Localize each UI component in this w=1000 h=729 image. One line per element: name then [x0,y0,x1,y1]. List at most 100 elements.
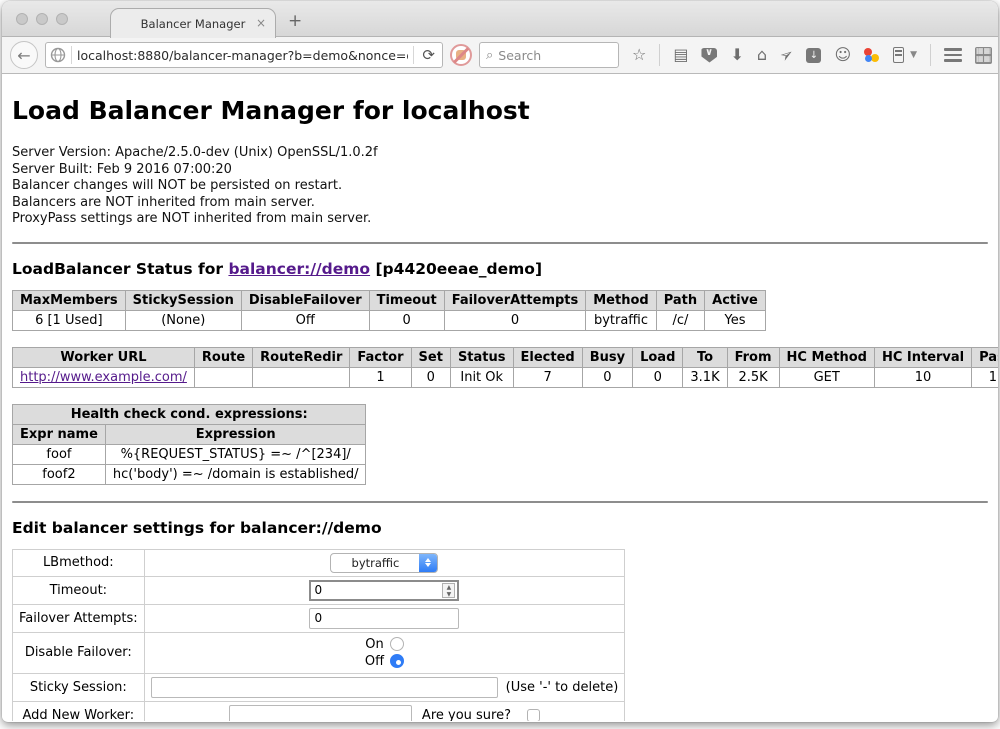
container-extension-icon[interactable] [893,47,904,63]
add-worker-label: Add New Worker: [13,701,145,721]
timeout-label: Timeout: [13,576,145,604]
toolbar-separator-2 [930,44,931,66]
off-radio-label: Off [365,653,384,670]
cell: 6 [1 Used] [13,310,126,330]
col-header: Factor [350,347,411,367]
cell: Off [241,310,369,330]
nav-toolbar: ← localhost:8880/balancer-manager?b=demo… [2,37,998,74]
bookmark-star-icon[interactable]: ☆ [632,47,646,63]
form-row-timeout: Timeout: ▲▼ [13,576,625,604]
sticky-session-input[interactable] [151,677,498,698]
url-divider-2 [413,46,414,64]
table-header-row: Worker URL Route RouteRedir Factor Set S… [13,347,999,367]
zoom-window-button[interactable] [56,13,68,25]
server-version-line: Server Version: Apache/2.5.0-dev (Unix) … [12,145,988,162]
search-icon: ⌕ [486,48,493,63]
send-icon[interactable]: ➢ [777,45,797,66]
add-worker-input[interactable] [229,705,412,722]
menu-icon[interactable] [944,48,962,62]
new-tab-button[interactable]: + [288,11,302,31]
worker-url-cell: http://www.example.com/ [13,367,195,387]
lb-status-heading: LoadBalancer Status for balancer://demo … [12,260,988,278]
col-header: Passes [972,347,998,367]
expression-cell: %{REQUEST_STATUS} =~ /^[234]/ [105,444,366,464]
failover-attempts-label: Failover Attempts: [13,604,145,632]
clipboard-icon[interactable]: ▤ [673,47,688,63]
tab-close-icon[interactable]: × [256,16,266,30]
col-header: Elected [513,347,582,367]
col-header: RouteRedir [253,347,350,367]
section-divider [12,242,988,244]
col-header: HC Method [779,347,874,367]
url-bar[interactable]: localhost:8880/balancer-manager?b=demo&n… [45,42,443,68]
minimize-window-button[interactable] [36,13,48,25]
pocket-icon[interactable] [701,48,717,63]
smiley-extension-icon[interactable]: ☺ [834,47,851,63]
sticky-session-label: Sticky Session: [13,673,145,701]
url-text[interactable]: localhost:8880/balancer-manager?b=demo&n… [77,48,408,63]
on-radio[interactable] [390,637,404,651]
worker-table: Worker URL Route RouteRedir Factor Set S… [12,347,998,388]
col-header: DisableFailover [241,290,369,310]
col-header: From [727,347,779,367]
colored-dots-extension-icon[interactable] [864,47,880,63]
col-header: Worker URL [13,347,195,367]
browser-tab[interactable]: Balancer Manager × [110,8,276,38]
close-window-button[interactable] [16,13,28,25]
cell: 1 (0) [972,367,998,387]
reload-icon[interactable]: ⟳ [419,46,438,64]
col-header: Status [450,347,513,367]
search-input[interactable] [498,48,612,63]
col-header: Active [705,290,766,310]
expr-name-cell: foof2 [13,464,106,484]
col-header: Route [194,347,252,367]
health-check-table: Health check cond. expressions: Expr nam… [12,404,366,485]
cell [253,367,350,387]
search-bar[interactable]: ⌕ [479,42,619,68]
col-header: FailoverAttempts [444,290,586,310]
table-header-row: MaxMembers StickySession DisableFailover… [13,290,766,310]
cell: /c/ [656,310,704,330]
col-header: Busy [582,347,632,367]
col-header: Method [586,290,656,310]
form-row-failover: Failover Attempts: [13,604,625,632]
lb-status-prefix: LoadBalancer Status for [12,260,228,278]
lbmethod-select[interactable]: bytraffic [330,553,438,573]
col-header: MaxMembers [13,290,126,310]
download-icon[interactable]: ⬇ [730,47,743,63]
caret-down-icon[interactable]: ▼ [910,50,917,60]
col-header: Path [656,290,704,310]
worker-url-link[interactable]: http://www.example.com/ [20,370,187,385]
globe-icon [50,47,66,63]
off-radio[interactable] [390,654,404,668]
content-blocker-icon[interactable] [450,44,472,66]
failover-attempts-input[interactable] [309,608,459,629]
are-you-sure-checkbox[interactable] [527,709,540,722]
cell: GET [779,367,874,387]
timeout-input[interactable] [311,583,442,597]
grid-extension-icon[interactable]: ▦▦▦▦ [975,47,992,64]
col-header: Expression [105,424,366,444]
cell: 1 [350,367,411,387]
home-icon[interactable]: ⌂ [757,47,767,63]
sticky-delete-hint: (Use '-' to delete) [506,680,619,695]
cell [194,367,252,387]
video-download-extension-icon[interactable]: ↓ [806,48,821,63]
toolbar-icons: ☆ ▤ ⬇ ⌂ ➢ ↓ ☺ ▼ ▦▦▦▦ [632,44,992,66]
disable-failover-label: Disable Failover: [13,632,145,673]
expr-name-cell: foof [13,444,106,464]
cell: bytraffic [586,310,656,330]
stepper-icon[interactable]: ▲▼ [442,583,455,598]
col-header: To [683,347,727,367]
back-button[interactable]: ← [10,41,38,69]
balancer-demo-link[interactable]: balancer://demo [228,260,370,278]
form-row-add-worker: Add New Worker: Are you sure? [13,701,625,721]
col-header: Timeout [369,290,444,310]
expression-cell: hc('body') =~ /domain is established/ [105,464,366,484]
col-header: StickySession [125,290,241,310]
server-info: Server Version: Apache/2.5.0-dev (Unix) … [12,145,988,228]
cell: 0 [582,367,632,387]
lbmethod-selected-value: bytraffic [331,554,419,572]
title-bar: Balancer Manager × + [2,1,998,37]
edit-settings-heading: Edit balancer settings for balancer://de… [12,519,988,537]
